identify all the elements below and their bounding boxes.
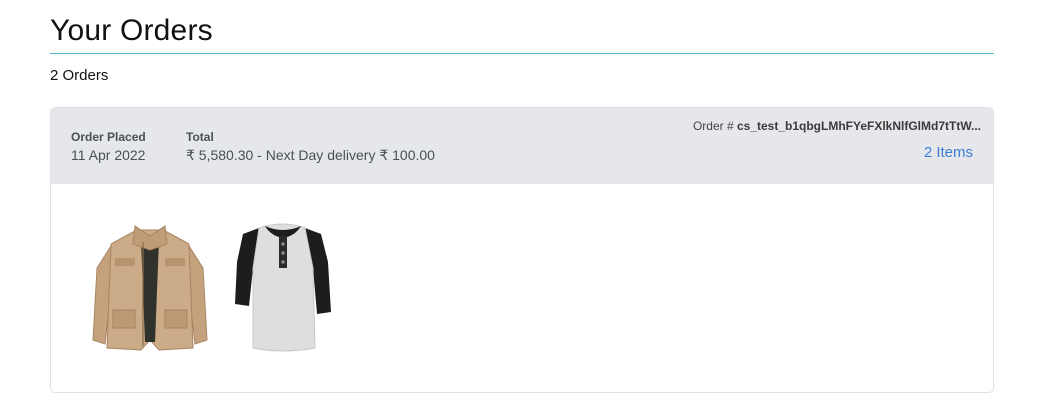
order-count: 2 Orders xyxy=(50,67,109,84)
page-title: Your Orders xyxy=(50,14,213,47)
product-image-jacket[interactable] xyxy=(89,222,211,354)
order-items-link[interactable]: 2 Items xyxy=(924,144,973,161)
order-total-label: Total xyxy=(186,130,214,144)
order-id-prefix: Order # xyxy=(692,119,734,133)
product-image-henley-shirt[interactable] xyxy=(231,222,335,354)
order-id-value: cs_test_b1qbgLMhFYeFXlkNlfGlMd7tTtW... xyxy=(736,119,981,133)
order-card: Order Placed 11 Apr 2022 Total ₹ 5,580.3… xyxy=(50,107,994,393)
order-header: Order Placed 11 Apr 2022 Total ₹ 5,580.3… xyxy=(51,108,993,184)
order-placed-label: Order Placed xyxy=(71,130,146,144)
order-placed-value: 11 Apr 2022 xyxy=(71,147,146,163)
order-id: Order # cs_test_b1qbgLMhFYeFXlkNlfGlMd7t… xyxy=(693,119,981,133)
title-divider xyxy=(50,53,994,54)
order-total-value: ₹ 5,580.30 - Next Day delivery ₹ 100.00 xyxy=(186,147,435,163)
